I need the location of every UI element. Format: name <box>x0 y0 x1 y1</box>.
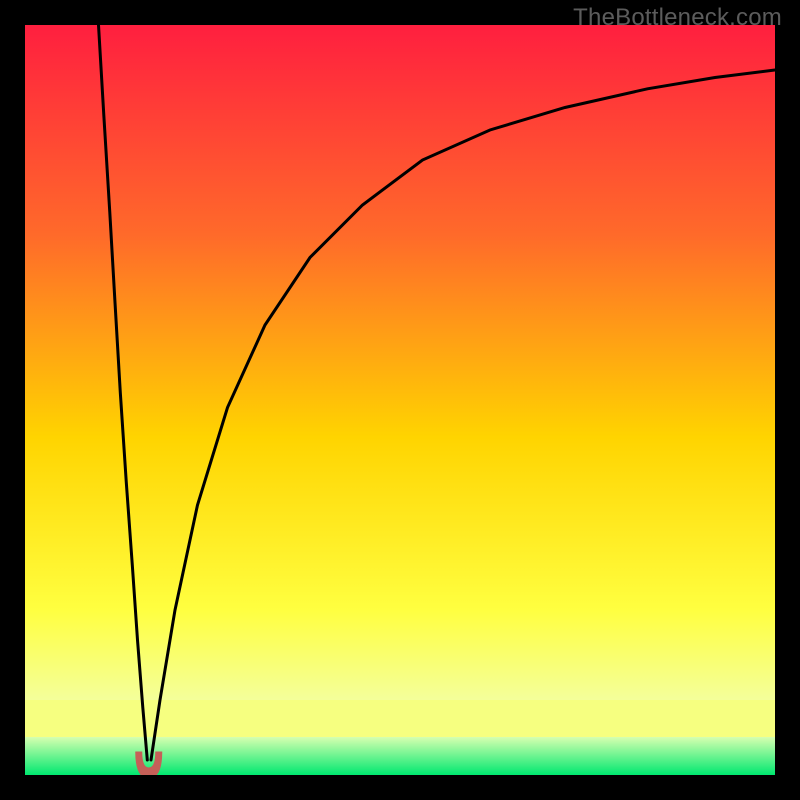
chart-frame: TheBottleneck.com <box>0 0 800 800</box>
watermark-text: TheBottleneck.com <box>573 4 782 32</box>
gradient-background <box>25 25 775 775</box>
plot-area <box>25 25 775 775</box>
